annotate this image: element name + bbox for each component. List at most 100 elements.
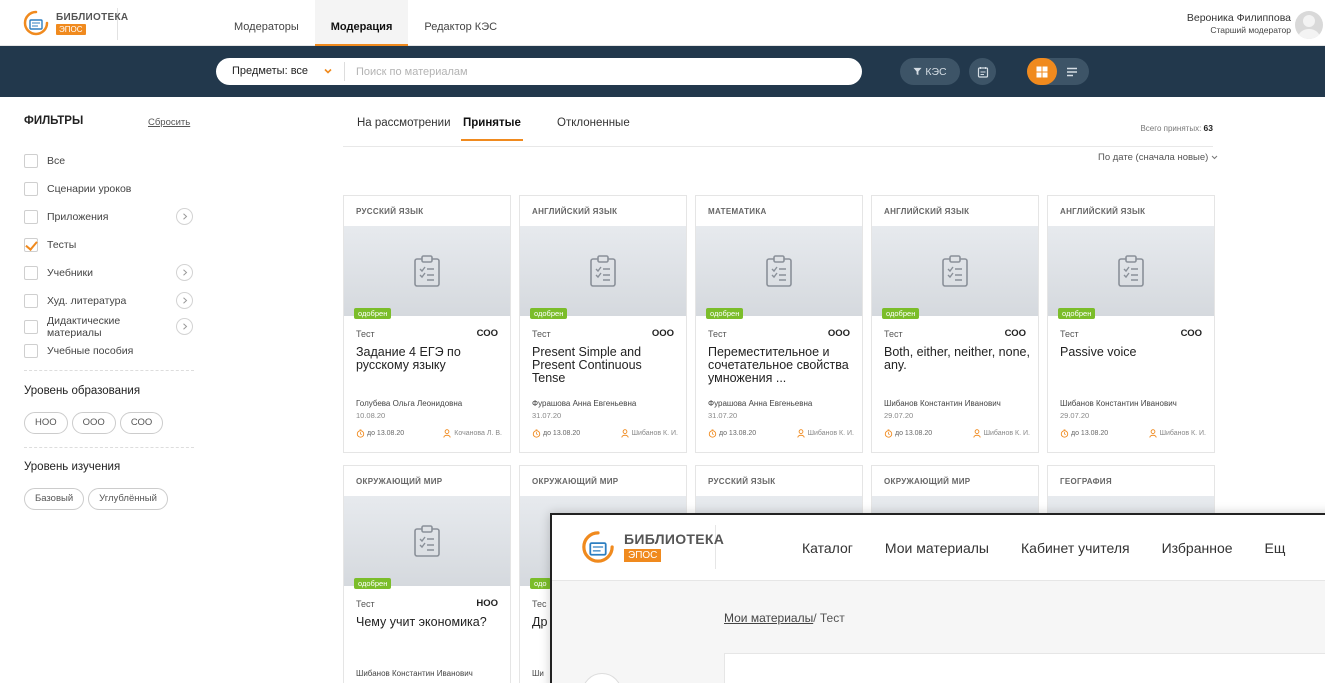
card-thumbnail (696, 226, 862, 316)
card-type: Тест (532, 329, 551, 339)
approved-badge: одобрен (354, 578, 392, 589)
checkbox[interactable] (24, 294, 38, 308)
kes-label: КЭС (925, 65, 947, 78)
checkbox[interactable] (24, 210, 38, 224)
checkbox-checked[interactable] (24, 238, 38, 252)
checkbox[interactable] (24, 320, 38, 334)
kes-filter-button[interactable]: КЭС (900, 58, 960, 85)
overlay-body: Мои материалы/ Тест (552, 581, 1325, 683)
chevron-down-icon[interactable] (324, 67, 332, 75)
nav-more[interactable]: Ещ (1265, 540, 1286, 556)
card-title: Passive voice (1060, 345, 1137, 359)
breadcrumb-link-my-materials[interactable]: Мои материалы (724, 611, 813, 625)
breadcrumb: Мои материалы/ Тест (724, 611, 845, 625)
study-level-title: Уровень изучения (24, 461, 121, 473)
logo[interactable]: БИБЛИОТЕКА ЭПОС (22, 8, 128, 40)
expand-button[interactable] (176, 318, 193, 335)
tab-moderators[interactable]: Модераторы (218, 0, 315, 46)
card-author: Шибанов Константин Иванович (356, 669, 473, 678)
tab-pending[interactable]: На рассмотрении (357, 117, 451, 139)
filter-tests[interactable]: Тесты (24, 235, 194, 255)
material-card[interactable]: Английский язык одобрен Тест СОО Passive voi… (1047, 195, 1215, 453)
filter-label: Учебники (47, 267, 93, 279)
round-button[interactable] (582, 673, 622, 683)
nav-catalog[interactable]: Каталог (802, 540, 853, 556)
card-date: 29.07.20 (1060, 411, 1090, 420)
card-subject: Русский язык (708, 477, 776, 486)
sort-label: По дате (сначала новые) (1098, 152, 1209, 163)
level-noo-pill[interactable]: НОО (24, 412, 68, 434)
material-card[interactable]: Математика одобрен Тест ООО Переместительное… (695, 195, 863, 453)
content-panel (724, 653, 1325, 683)
expand-button[interactable] (176, 292, 193, 309)
checkbox[interactable] (24, 266, 38, 280)
card-author: Шибанов Константин Иванович (884, 399, 1001, 408)
level-soo-pill[interactable]: СОО (119, 412, 164, 434)
search-input[interactable] (356, 62, 836, 81)
material-card[interactable]: Окружающий мир одобрен Тест НОО Чему учит эк… (343, 465, 511, 683)
nav-teacher-cabinet[interactable]: Кабинет учителя (1021, 540, 1130, 556)
filter-textbooks[interactable]: Учебники (24, 263, 194, 283)
card-thumbnail (872, 226, 1038, 316)
moderator-text: Шибанов К. И. (807, 430, 854, 437)
filter-all[interactable]: Все (24, 151, 194, 171)
logo-title: БИБЛИОТЕКА (56, 12, 129, 23)
nav-favorites[interactable]: Избранное (1162, 540, 1233, 556)
filters-title: ФИЛЬТРЫ (24, 115, 84, 127)
card-title: Present Simple and Present Continuous Te… (532, 345, 642, 385)
grid-view-button[interactable] (1027, 58, 1057, 85)
user-icon (443, 429, 451, 438)
approved-badge: одобрен (882, 308, 920, 319)
nav-my-materials[interactable]: Мои материалы (885, 540, 989, 556)
filter-applications[interactable]: Приложения (24, 207, 194, 227)
avatar[interactable] (1295, 11, 1323, 39)
checkbox[interactable] (24, 154, 38, 168)
material-card[interactable]: Русский язык одобрен Тест СОО Задание 4 ЕГЭ … (343, 195, 511, 453)
sort-dropdown[interactable]: По дате (сначала новые) (1098, 152, 1218, 163)
clipboard-icon (766, 255, 792, 287)
card-date: 31.07.20 (708, 411, 738, 420)
moderator-text: Шибанов К. И. (631, 430, 678, 437)
list-view-button[interactable] (1057, 58, 1087, 85)
material-card[interactable]: Английский язык одобрен Тест ООО Present Sim… (519, 195, 687, 453)
card-date: 29.07.20 (884, 411, 914, 420)
tab-moderation[interactable]: Модерация (314, 0, 409, 46)
tab-rejected[interactable]: Отклоненные (557, 117, 630, 139)
logo-badge: ЭПОС (56, 24, 86, 35)
user-icon (796, 429, 805, 438)
card-moderator: Кочанова Л. В. (443, 429, 502, 438)
level-ooo-pill[interactable]: ООО (71, 412, 116, 434)
card-level: ООО (651, 328, 674, 339)
overlay-logo[interactable]: БИБЛИОТЕКА ЭПОС (580, 525, 724, 569)
checkbox[interactable] (24, 182, 38, 196)
user-info[interactable]: Вероника Филиппова Старший модератор (1187, 12, 1291, 35)
study-basic-pill[interactable]: Базовый (24, 488, 85, 510)
filter-didactic[interactable]: Дидактические материалы (24, 315, 194, 339)
card-author: Фурашова Анна Евгеньевна (708, 399, 813, 408)
study-advanced-pill[interactable]: Углублённый (88, 488, 168, 510)
filter-study-guides[interactable]: Учебные пособия (24, 341, 194, 361)
card-title: Переместительное и сочетательное свойств… (708, 345, 849, 385)
checkbox[interactable] (24, 344, 38, 358)
education-level-title: Уровень образования (24, 385, 141, 397)
tab-accepted[interactable]: Принятые (461, 117, 523, 141)
card-thumbnail (344, 226, 510, 316)
chevron-right-icon (182, 213, 187, 220)
filter-lesson-scenarios[interactable]: Сценарии уроков (24, 179, 194, 199)
card-author: Шибанов Константин Иванович (1060, 399, 1177, 408)
reset-filters-link[interactable]: Сбросить (148, 117, 190, 128)
calendar-button[interactable] (969, 58, 996, 85)
card-level: ООО (827, 328, 850, 339)
tab-kes-editor[interactable]: Редактор КЭС (408, 0, 513, 46)
top-header: БИБЛИОТЕКА ЭПОС Модераторы Модерация Ред… (0, 0, 1325, 46)
expand-button[interactable] (176, 208, 193, 225)
filter-fiction[interactable]: Худ. литература (24, 291, 194, 311)
card-author: Голубева Ольга Леонидовна (356, 399, 463, 408)
card-date: 31.07.20 (532, 411, 562, 420)
subject-select[interactable]: Предметы: все (232, 58, 308, 85)
divider (24, 447, 194, 448)
total-label: Всего принятых: (1140, 124, 1202, 133)
expand-button[interactable] (176, 264, 193, 281)
material-card[interactable]: Английский язык одобрен Тест СОО Both, eithe… (871, 195, 1039, 453)
moderator-text: Шибанов К. И. (1159, 430, 1206, 437)
